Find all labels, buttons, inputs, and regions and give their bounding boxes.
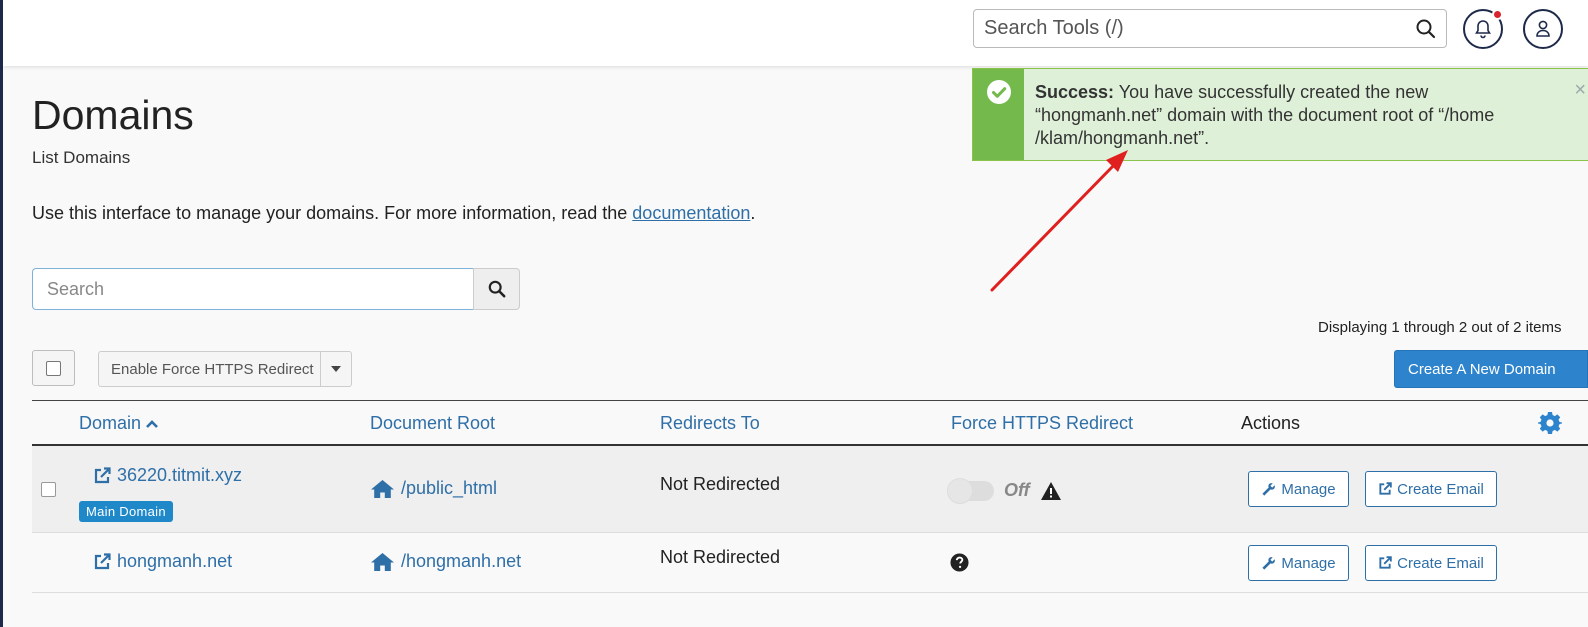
redirect-status: Not Redirected <box>660 547 781 567</box>
user-icon <box>1536 20 1550 37</box>
search-icon <box>488 280 505 298</box>
intro-text-end: . <box>750 203 756 223</box>
documentation-link[interactable]: documentation <box>632 203 750 223</box>
domain-search <box>32 268 520 310</box>
close-alert-icon[interactable]: × <box>1574 79 1586 102</box>
tool-search-input[interactable] <box>974 10 1406 47</box>
enable-force-https-button[interactable]: Enable Force HTTPS Redirect <box>99 352 321 386</box>
caret-down-icon <box>331 366 341 372</box>
manage-label: Manage <box>1281 554 1336 572</box>
force-https-button-group: Enable Force HTTPS Redirect <box>98 351 352 387</box>
table-row: 36220.titmit.xyz Main Domain /public_htm… <box>32 446 1588 533</box>
external-link-icon <box>94 552 111 569</box>
wrench-icon <box>1262 482 1276 496</box>
force-https-dropdown-toggle[interactable] <box>321 352 351 386</box>
table-row: hongmanh.net /hongmanh.net Not Redirecte… <box>32 533 1588 593</box>
tool-search-box[interactable] <box>973 9 1447 48</box>
settings-gear-icon[interactable] <box>1537 411 1563 440</box>
column-domain-label: Domain <box>79 413 142 433</box>
notifications-button[interactable] <box>1463 9 1503 49</box>
top-header <box>3 0 1588 66</box>
document-root-link[interactable]: /hongmanh.net <box>370 551 521 572</box>
external-link-icon <box>1379 482 1392 495</box>
checkbox-box <box>46 360 61 376</box>
page-subtitle: List Domains <box>32 148 131 167</box>
home-icon <box>371 552 394 571</box>
bell-icon <box>1475 20 1491 39</box>
column-document-root-header[interactable]: Document Root <box>370 413 495 434</box>
document-root-path: /public_html <box>401 478 498 498</box>
search-icon[interactable] <box>1406 11 1446 47</box>
manage-button[interactable]: Manage <box>1248 545 1349 581</box>
create-email-label: Create Email <box>1397 480 1484 498</box>
sort-up-icon <box>146 419 158 428</box>
display-count: Displaying 1 through 2 out of 2 items <box>1318 319 1562 336</box>
success-message: Success: You have successfully created t… <box>1024 69 1524 160</box>
home-icon <box>371 479 394 498</box>
domain-link[interactable]: hongmanh.net <box>93 551 232 572</box>
notification-dot <box>1492 9 1503 20</box>
manage-label: Manage <box>1281 480 1336 498</box>
table-header: Domain Document Root Redirects To Force … <box>32 400 1588 446</box>
checkbox-box <box>41 482 56 497</box>
external-link-icon <box>94 466 111 483</box>
check-circle-icon <box>986 80 1011 104</box>
create-new-domain-button[interactable]: Create A New Domain <box>1394 350 1588 388</box>
force-https-cell: Off <box>947 477 1062 504</box>
left-edge <box>0 0 3 627</box>
document-root-path: /hongmanh.net <box>401 551 522 571</box>
document-root-link[interactable]: /public_html <box>370 478 497 499</box>
page-title: Domains <box>32 92 194 138</box>
domains-table: Domain Document Root Redirects To Force … <box>32 400 1588 593</box>
domain-search-input[interactable] <box>32 268 473 310</box>
help-icon[interactable] <box>950 553 969 577</box>
success-label: Success: <box>1035 82 1115 102</box>
column-redirects-header[interactable]: Redirects To <box>660 413 760 434</box>
create-email-label: Create Email <box>1397 554 1484 572</box>
user-menu-button[interactable] <box>1523 9 1563 49</box>
row-checkbox[interactable] <box>41 482 56 497</box>
main-domain-badge: Main Domain <box>79 501 173 522</box>
column-force-https-header[interactable]: Force HTTPS Redirect <box>951 413 1133 434</box>
intro-text-body: Use this interface to manage your domain… <box>32 203 633 223</box>
redirect-status: Not Redirected <box>660 474 781 494</box>
warning-icon[interactable] <box>1040 481 1062 501</box>
domain-name: hongmanh.net <box>117 551 233 571</box>
column-actions-header: Actions <box>1241 413 1301 433</box>
force-https-state: Off <box>1004 480 1030 500</box>
success-strip <box>973 69 1024 160</box>
force-https-toggle[interactable] <box>947 477 994 504</box>
external-link-icon <box>1379 556 1392 569</box>
column-domain-header[interactable]: Domain <box>79 413 159 434</box>
intro-text: Use this interface to manage your domain… <box>32 203 755 224</box>
domain-link[interactable]: 36220.titmit.xyz <box>93 465 242 486</box>
create-email-button[interactable]: Create Email <box>1365 471 1497 507</box>
manage-button[interactable]: Manage <box>1248 471 1349 507</box>
select-all-checkbox[interactable] <box>32 350 75 386</box>
domain-search-button[interactable] <box>473 268 520 310</box>
success-alert: Success: You have successfully created t… <box>972 68 1588 161</box>
create-email-button[interactable]: Create Email <box>1365 545 1497 581</box>
wrench-icon <box>1262 556 1276 570</box>
domain-name: 36220.titmit.xyz <box>117 465 243 485</box>
